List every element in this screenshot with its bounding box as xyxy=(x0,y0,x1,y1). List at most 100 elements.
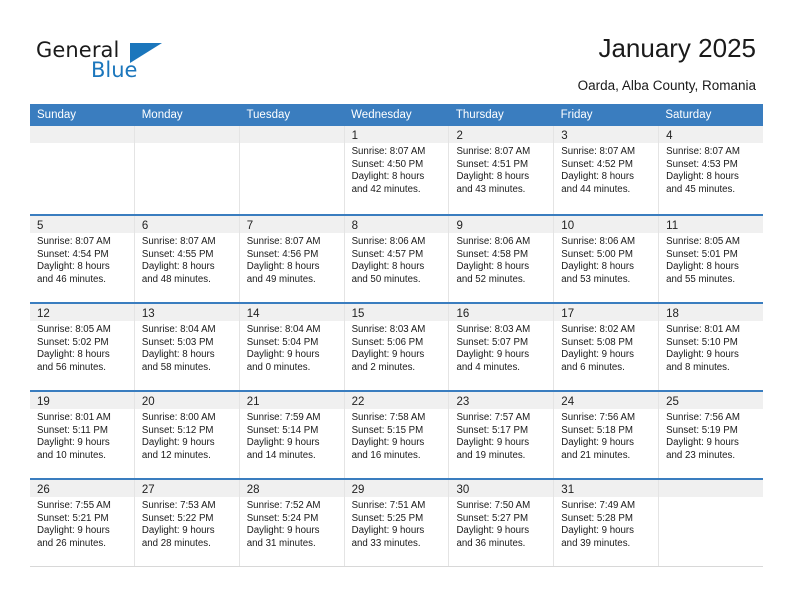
sunrise-text: Sunrise: 7:58 AM xyxy=(351,412,426,423)
calendar-day-cell[interactable]: 13 Sunrise: 8:04 AM Sunset: 5:03 PM Dayligh… xyxy=(134,304,240,390)
day-number-band: 2 xyxy=(449,126,554,143)
daylight-text-line1: Daylight: 8 hours xyxy=(37,261,110,273)
calendar-day-cell[interactable]: 7 Sunrise: 8:07 AM Sunset: 4:56 PM Daylight… xyxy=(239,216,345,302)
calendar-bottom-border xyxy=(30,566,763,567)
day-number-band xyxy=(134,126,239,143)
sunset-text: Sunset: 5:06 PM xyxy=(351,336,424,348)
calendar-day-cell[interactable]: 2 Sunrise: 8:07 AM Sunset: 4:51 PM Daylight… xyxy=(449,126,555,214)
sunset-text: Sunset: 5:27 PM xyxy=(456,512,529,524)
sunset-text: Sunset: 4:55 PM xyxy=(141,248,214,260)
weekday-header-sunday: Sunday xyxy=(37,109,77,121)
calendar-day-cell[interactable]: 9 Sunrise: 8:06 AM Sunset: 4:58 PM Daylight… xyxy=(449,216,555,302)
sunrise-text: Sunrise: 7:53 AM xyxy=(141,500,216,511)
calendar-day-cell[interactable]: 5 Sunrise: 8:07 AM Sunset: 4:54 PM Daylight… xyxy=(30,216,135,302)
sunset-text: Sunset: 4:50 PM xyxy=(351,158,424,170)
day-number-band: 27 xyxy=(134,480,239,497)
day-number: 10 xyxy=(561,220,575,232)
calendar-day-cell[interactable]: 4 Sunrise: 8:07 AM Sunset: 4:53 PM Daylight… xyxy=(659,126,764,214)
daylight-text-line1: Daylight: 9 hours xyxy=(666,437,739,449)
calendar-day-cell[interactable]: 27 Sunrise: 7:53 AM Sunset: 5:22 PM Dayligh… xyxy=(134,480,240,566)
calendar-grid: Sunday Monday Tuesday Wednesday Thursday… xyxy=(30,104,764,567)
daylight-text-line2: and 6 minutes. xyxy=(561,361,625,373)
daylight-text-line2: and 4 minutes. xyxy=(456,361,520,373)
sunrise-text: Sunrise: 8:06 AM xyxy=(456,236,531,247)
calendar-week-row: 19 Sunrise: 8:01 AM Sunset: 5:11 PM Dayligh… xyxy=(30,390,764,478)
calendar-day-cell[interactable]: 21 Sunrise: 7:59 AM Sunset: 5:14 PM Dayligh… xyxy=(239,392,345,478)
day-details: Sunrise: 8:01 AM Sunset: 5:10 PM Daylight:… xyxy=(659,321,763,374)
day-details: Sunrise: 7:50 AM Sunset: 5:27 PM Daylight:… xyxy=(449,497,553,550)
daylight-text-line2: and 26 minutes. xyxy=(37,537,106,549)
sunset-text: Sunset: 5:08 PM xyxy=(561,336,633,348)
calendar-day-cell[interactable]: 8 Sunrise: 8:06 AM Sunset: 4:57 PM Daylight… xyxy=(344,216,450,302)
day-details: Sunrise: 7:52 AM Sunset: 5:24 PM Daylight:… xyxy=(240,497,344,550)
calendar-day-cell[interactable]: 10 Sunrise: 8:06 AM Sunset: 5:00 PM Dayligh… xyxy=(554,216,660,302)
calendar-day-cell[interactable]: 26 Sunrise: 7:55 AM Sunset: 5:21 PM Dayligh… xyxy=(30,480,135,566)
sunrise-text: Sunrise: 7:50 AM xyxy=(456,500,531,511)
sunset-text: Sunset: 5:07 PM xyxy=(456,336,529,348)
sunset-text: Sunset: 5:25 PM xyxy=(351,512,424,524)
calendar-day-cell[interactable]: 14 Sunrise: 8:04 AM Sunset: 5:04 PM Dayligh… xyxy=(239,304,345,390)
weekday-header-row: Sunday Monday Tuesday Wednesday Thursday… xyxy=(30,104,763,126)
sunset-text: Sunset: 5:12 PM xyxy=(141,424,214,436)
calendar-day-cell[interactable]: 19 Sunrise: 8:01 AM Sunset: 5:11 PM Dayligh… xyxy=(30,392,135,478)
calendar-day-cell[interactable]: 30 Sunrise: 7:50 AM Sunset: 5:27 PM Dayligh… xyxy=(449,480,555,566)
calendar-day-cell[interactable]: 29 Sunrise: 7:51 AM Sunset: 5:25 PM Dayligh… xyxy=(344,480,450,566)
daylight-text-line1: Daylight: 8 hours xyxy=(456,261,530,273)
calendar-week-row: 12 Sunrise: 8:05 AM Sunset: 5:02 PM Dayligh… xyxy=(30,302,764,390)
calendar-day-cell[interactable]: 1 Sunrise: 8:07 AM Sunset: 4:50 PM Daylight… xyxy=(344,126,450,214)
day-number-band: 5 xyxy=(30,216,134,233)
sunrise-text: Sunrise: 8:07 AM xyxy=(351,146,426,157)
day-number: 28 xyxy=(246,484,260,496)
day-number: 21 xyxy=(246,396,260,408)
day-details: Sunrise: 8:05 AM Sunset: 5:01 PM Daylight:… xyxy=(659,233,763,286)
calendar-day-cell[interactable]: 24 Sunrise: 7:56 AM Sunset: 5:18 PM Dayligh… xyxy=(554,392,660,478)
sunset-text: Sunset: 4:52 PM xyxy=(561,158,633,170)
calendar-day-cell[interactable]: 25 Sunrise: 7:56 AM Sunset: 5:19 PM Dayligh… xyxy=(659,392,764,478)
sunset-text: Sunset: 4:53 PM xyxy=(666,158,738,170)
calendar-day-cell[interactable]: 3 Sunrise: 8:07 AM Sunset: 4:52 PM Daylight… xyxy=(554,126,660,214)
daylight-text-line1: Daylight: 9 hours xyxy=(351,437,425,449)
day-number-band: 19 xyxy=(30,392,134,409)
day-details: Sunrise: 8:06 AM Sunset: 4:57 PM Daylight:… xyxy=(345,233,449,286)
day-details: Sunrise: 7:56 AM Sunset: 5:18 PM Daylight:… xyxy=(554,409,658,462)
calendar-day-cell[interactable]: 17 Sunrise: 8:02 AM Sunset: 5:08 PM Dayligh… xyxy=(554,304,660,390)
calendar-empty-cell xyxy=(30,126,135,214)
sunset-text: Sunset: 5:15 PM xyxy=(351,424,424,436)
day-number: 14 xyxy=(246,308,260,320)
calendar-day-cell[interactable]: 16 Sunrise: 8:03 AM Sunset: 5:07 PM Dayligh… xyxy=(449,304,555,390)
calendar-day-cell[interactable]: 11 Sunrise: 8:05 AM Sunset: 5:01 PM Dayligh… xyxy=(659,216,764,302)
calendar-day-cell[interactable]: 15 Sunrise: 8:03 AM Sunset: 5:06 PM Dayligh… xyxy=(344,304,450,390)
calendar-day-cell[interactable]: 23 Sunrise: 7:57 AM Sunset: 5:17 PM Dayligh… xyxy=(449,392,555,478)
daylight-text-line1: Daylight: 9 hours xyxy=(246,437,320,449)
day-details: Sunrise: 8:04 AM Sunset: 5:03 PM Daylight:… xyxy=(135,321,239,374)
calendar-day-cell[interactable]: 6 Sunrise: 8:07 AM Sunset: 4:55 PM Daylight… xyxy=(134,216,240,302)
day-number-band: 18 xyxy=(659,304,764,321)
sunrise-text: Sunrise: 7:56 AM xyxy=(666,412,740,423)
sunset-text: Sunset: 5:03 PM xyxy=(141,336,214,348)
calendar-page: General Blue January 2025 Oarda, Alba Co… xyxy=(0,0,792,612)
weekday-header-saturday: Saturday xyxy=(665,109,712,121)
sunrise-text: Sunrise: 8:02 AM xyxy=(561,324,636,335)
calendar-day-cell[interactable]: 18 Sunrise: 8:01 AM Sunset: 5:10 PM Dayligh… xyxy=(659,304,764,390)
calendar-day-cell[interactable]: 20 Sunrise: 8:00 AM Sunset: 5:12 PM Dayligh… xyxy=(134,392,240,478)
daylight-text-line2: and 16 minutes. xyxy=(351,449,421,461)
general-blue-logo[interactable]: General Blue xyxy=(36,38,226,88)
day-details: Sunrise: 7:57 AM Sunset: 5:17 PM Daylight:… xyxy=(449,409,553,462)
daylight-text-line2: and 43 minutes. xyxy=(456,183,526,195)
sunrise-text: Sunrise: 8:00 AM xyxy=(141,412,216,423)
day-number: 3 xyxy=(561,130,568,142)
calendar-day-cell[interactable]: 22 Sunrise: 7:58 AM Sunset: 5:15 PM Dayligh… xyxy=(344,392,450,478)
sunrise-text: Sunrise: 8:01 AM xyxy=(37,412,111,423)
sunrise-text: Sunrise: 7:55 AM xyxy=(37,500,111,511)
day-number: 12 xyxy=(37,308,50,320)
calendar-day-cell[interactable]: 28 Sunrise: 7:52 AM Sunset: 5:24 PM Dayligh… xyxy=(239,480,345,566)
daylight-text-line1: Daylight: 8 hours xyxy=(351,171,425,183)
calendar-day-cell[interactable]: 31 Sunrise: 7:49 AM Sunset: 5:28 PM Dayligh… xyxy=(554,480,660,566)
daylight-text-line1: Daylight: 9 hours xyxy=(351,525,425,537)
calendar-day-cell[interactable]: 12 Sunrise: 8:05 AM Sunset: 5:02 PM Dayligh… xyxy=(30,304,135,390)
daylight-text-line2: and 49 minutes. xyxy=(246,273,316,285)
day-details: Sunrise: 8:04 AM Sunset: 5:04 PM Daylight:… xyxy=(240,321,344,374)
sunrise-text: Sunrise: 7:57 AM xyxy=(456,412,531,423)
daylight-text-line1: Daylight: 9 hours xyxy=(37,437,110,449)
day-number: 2 xyxy=(456,130,463,142)
